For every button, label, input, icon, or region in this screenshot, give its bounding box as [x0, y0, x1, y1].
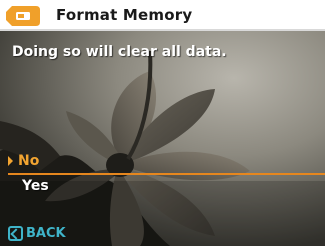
title-bar: Format Memory: [0, 0, 325, 31]
confirmation-message: Doing so will clear all data.: [12, 44, 227, 60]
option-yes[interactable]: Yes: [8, 176, 325, 198]
page-title: Format Memory: [56, 6, 193, 24]
option-no-label: No: [18, 153, 40, 169]
option-no[interactable]: No: [8, 151, 325, 175]
selection-arrow-icon: [8, 156, 13, 166]
back-label: BACK: [26, 226, 66, 241]
option-yes-label: Yes: [22, 178, 49, 194]
back-arrow-icon: [8, 226, 23, 241]
flower-background-photo: [0, 31, 325, 246]
memory-card-tag-icon: [6, 6, 40, 26]
camera-screen: Format Memory Doing so will clear all da…: [0, 0, 325, 246]
